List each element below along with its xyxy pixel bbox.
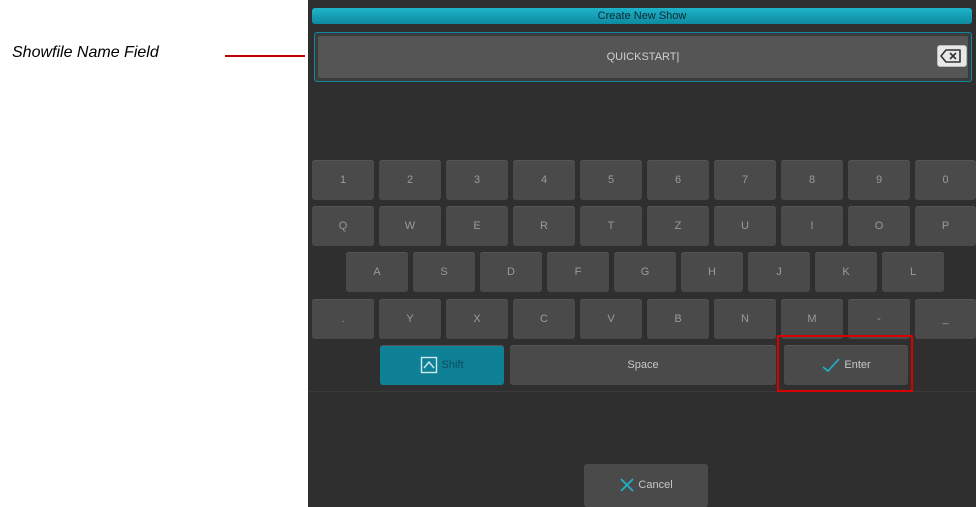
key-n[interactable]: N: [714, 299, 776, 339]
key-c[interactable]: C: [513, 299, 575, 339]
key-g[interactable]: G: [614, 252, 676, 292]
key-d[interactable]: D: [480, 252, 542, 292]
key-z[interactable]: Z: [647, 206, 709, 246]
shift-label: Shift: [441, 359, 464, 371]
key-0[interactable]: 0: [915, 160, 976, 200]
backspace-icon: [940, 49, 961, 63]
key-9[interactable]: 9: [848, 160, 910, 200]
cancel-label: Cancel: [638, 479, 673, 491]
key-f[interactable]: F: [547, 252, 609, 292]
name-field-container: QUICKSTART|: [314, 32, 972, 82]
key-k[interactable]: K: [815, 252, 877, 292]
key-8[interactable]: 8: [781, 160, 843, 200]
close-icon: [620, 478, 634, 492]
key-w[interactable]: W: [379, 206, 441, 246]
key-y[interactable]: Y: [379, 299, 441, 339]
annotation-label: Showfile Name Field: [12, 44, 159, 61]
annotation-pointer-line: [225, 55, 305, 57]
key-4[interactable]: 4: [513, 160, 575, 200]
cancel-button[interactable]: Cancel: [584, 464, 708, 507]
key-j[interactable]: J: [748, 252, 810, 292]
showfile-name-field[interactable]: QUICKSTART|: [318, 36, 968, 78]
enter-highlight-box: [777, 335, 913, 392]
text-cursor: |: [676, 51, 680, 63]
key-i[interactable]: I: [781, 206, 843, 246]
key-v[interactable]: V: [580, 299, 642, 339]
space-button[interactable]: Space: [510, 345, 776, 385]
key-s[interactable]: S: [413, 252, 475, 292]
key-m[interactable]: M: [781, 299, 843, 339]
shift-button[interactable]: Shift: [380, 345, 504, 385]
key-underscore[interactable]: _: [915, 299, 976, 339]
key-h[interactable]: H: [681, 252, 743, 292]
key-e[interactable]: E: [446, 206, 508, 246]
key-x[interactable]: X: [446, 299, 508, 339]
key-b[interactable]: B: [647, 299, 709, 339]
key-period[interactable]: .: [312, 299, 374, 339]
key-2[interactable]: 2: [379, 160, 441, 200]
key-6[interactable]: 6: [647, 160, 709, 200]
key-5[interactable]: 5: [580, 160, 642, 200]
key-r[interactable]: R: [513, 206, 575, 246]
key-3[interactable]: 3: [446, 160, 508, 200]
create-show-dialog: Create New Show QUICKSTART| 1 2 3 4 5 6 …: [308, 0, 976, 507]
key-l[interactable]: L: [882, 252, 944, 292]
shift-icon: [421, 356, 438, 374]
key-a[interactable]: A: [346, 252, 408, 292]
key-o[interactable]: O: [848, 206, 910, 246]
showfile-name-value: QUICKSTART: [606, 51, 677, 63]
key-t[interactable]: T: [580, 206, 642, 246]
key-1[interactable]: 1: [312, 160, 374, 200]
dialog-title: Create New Show: [312, 8, 972, 24]
key-u[interactable]: U: [714, 206, 776, 246]
key-7[interactable]: 7: [714, 160, 776, 200]
key-p[interactable]: P: [915, 206, 976, 246]
key-q[interactable]: Q: [312, 206, 374, 246]
backspace-button[interactable]: [937, 45, 967, 67]
key-hyphen[interactable]: -: [848, 299, 910, 339]
